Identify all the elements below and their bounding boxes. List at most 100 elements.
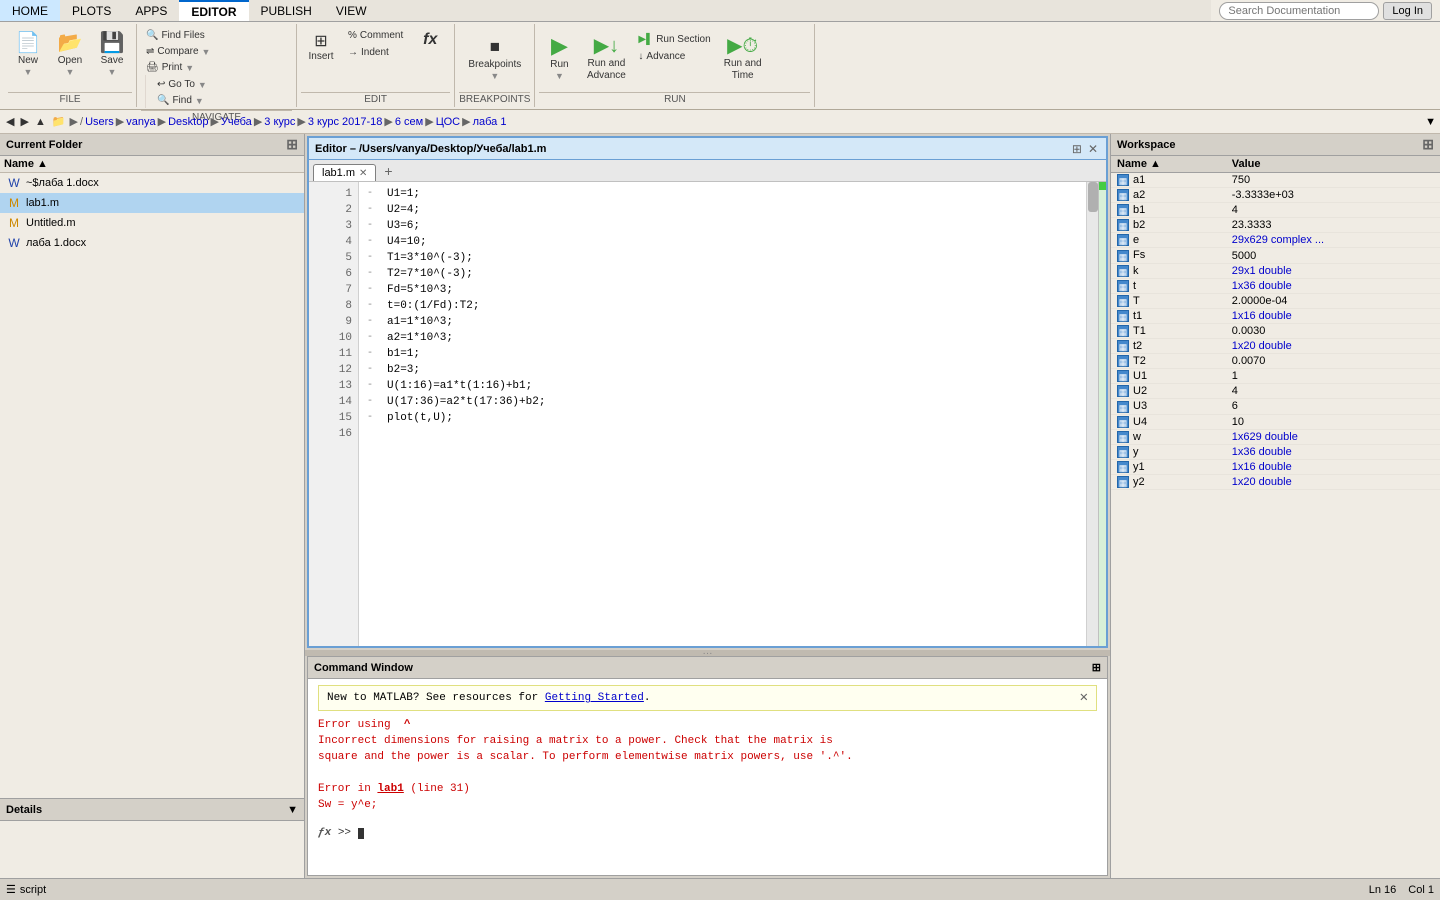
- menu-view[interactable]: VIEW: [324, 0, 379, 21]
- fx-button[interactable]: fx: [410, 28, 450, 52]
- path-item-desktop[interactable]: Desktop: [168, 116, 208, 128]
- workspace-scroll[interactable]: Name ▲ Value ▦a1750▦a2-3.3333e+03▦b14▦b2…: [1111, 156, 1440, 878]
- workspace-row[interactable]: ▦y1x36 double: [1111, 444, 1440, 459]
- login-button[interactable]: Log In: [1383, 2, 1432, 20]
- workspace-row[interactable]: ▦t1x36 double: [1111, 278, 1440, 293]
- find-button[interactable]: 🔍 Find ▼: [152, 93, 292, 108]
- workspace-row[interactable]: ▦U24: [1111, 384, 1440, 399]
- workspace-row[interactable]: ▦U11: [1111, 369, 1440, 384]
- editor-scrollbar[interactable]: [1086, 182, 1098, 646]
- workspace-row[interactable]: ▦T10.0030: [1111, 323, 1440, 338]
- path-item-cos[interactable]: ЦОС: [436, 116, 460, 128]
- path-up-btn[interactable]: ▲: [33, 116, 48, 128]
- breakpoints-button[interactable]: ⏹ Breakpoints ▼: [463, 33, 526, 84]
- indent-button[interactable]: → Indent: [343, 45, 408, 60]
- file-panel-expand-btn[interactable]: ⊞: [286, 136, 298, 153]
- details-collapse-btn[interactable]: ▼: [287, 804, 298, 816]
- workspace-row[interactable]: ▦Fs5000: [1111, 248, 1440, 263]
- path-item-vanya[interactable]: vanya: [126, 116, 155, 128]
- file-item-lab1m[interactable]: M lab1.m: [0, 193, 304, 213]
- save-button[interactable]: 💾 Save ▼: [92, 30, 132, 80]
- workspace-row[interactable]: ▦k29x1 double: [1111, 263, 1440, 278]
- path-expand-btn[interactable]: ▼: [1425, 116, 1436, 128]
- insert-button[interactable]: ⊞ Insert: [301, 28, 341, 66]
- tab-add-btn[interactable]: +: [378, 161, 398, 181]
- code-line-10[interactable]: -a2=1*10^3;: [367, 330, 1078, 346]
- code-line-9[interactable]: -a1=1*10^3;: [367, 314, 1078, 330]
- workspace-col-name[interactable]: Name ▲: [1111, 156, 1226, 173]
- path-item-6sem[interactable]: 6 сем: [395, 116, 423, 128]
- code-line-4[interactable]: -U4=10;: [367, 234, 1078, 250]
- menu-home[interactable]: HOME: [0, 0, 60, 21]
- code-line-5[interactable]: -T1=3*10^(-3);: [367, 250, 1078, 266]
- notice-close-btn[interactable]: ✕: [1080, 690, 1088, 706]
- getting-started-link[interactable]: Getting Started: [545, 692, 644, 704]
- path-item-uceba[interactable]: Учеба: [221, 116, 252, 128]
- workspace-row[interactable]: ▦w1x629 double: [1111, 429, 1440, 444]
- editor-close-btn[interactable]: ✕: [1086, 142, 1100, 156]
- code-line-1[interactable]: -U1=1;: [367, 186, 1078, 202]
- search-input[interactable]: [1219, 2, 1379, 20]
- code-line-14[interactable]: -U(17:36)=a2*t(17:36)+b2;: [367, 394, 1078, 410]
- path-browse-btn[interactable]: 📁: [50, 115, 68, 128]
- editor-tab-lab1m[interactable]: lab1.m ✕: [313, 164, 376, 181]
- code-line-15[interactable]: -plot(t,U);: [367, 410, 1078, 426]
- print-button[interactable]: 🖨 Print ▼: [141, 60, 292, 75]
- tab-close-btn[interactable]: ✕: [359, 168, 367, 179]
- workspace-row[interactable]: ▦b223.3333: [1111, 218, 1440, 233]
- run-section-button[interactable]: ▶▌ Run Section: [633, 32, 715, 47]
- run-and-advance-button[interactable]: ▶↓ Run and Advance: [581, 30, 631, 85]
- code-line-6[interactable]: -T2=7*10^(-3);: [367, 266, 1078, 282]
- workspace-row[interactable]: ▦a2-3.3333e+03: [1111, 188, 1440, 203]
- code-line-3[interactable]: -U3=6;: [367, 218, 1078, 234]
- path-item-lab1[interactable]: лаба 1: [473, 116, 507, 128]
- goto-button[interactable]: ↩ Go To ▼: [152, 77, 292, 92]
- advance-button[interactable]: ↓ Advance: [633, 49, 715, 64]
- workspace-row[interactable]: ▦y11x16 double: [1111, 459, 1440, 474]
- find-files-button[interactable]: 🔍 Find Files: [141, 28, 292, 43]
- menu-apps[interactable]: APPS: [123, 0, 179, 21]
- file-item-untitledm[interactable]: M Untitled.m: [0, 213, 304, 233]
- workspace-row[interactable]: ▦U36: [1111, 399, 1440, 414]
- workspace-row[interactable]: ▦U410: [1111, 414, 1440, 429]
- path-item-3kurs[interactable]: 3 курс: [264, 116, 295, 128]
- workspace-row[interactable]: ▦b14: [1111, 203, 1440, 218]
- compare-button[interactable]: ⇌ Compare ▼: [141, 44, 292, 59]
- workspace-row[interactable]: ▦T2.0000e-04: [1111, 293, 1440, 308]
- menu-editor[interactable]: EDITOR: [179, 0, 248, 21]
- run-button[interactable]: ▶ Run ▼: [539, 30, 579, 84]
- comment-button[interactable]: % Comment: [343, 28, 408, 43]
- run-and-time-button[interactable]: ▶⏱ Run and Time: [718, 30, 768, 85]
- workspace-row[interactable]: ▦a1750: [1111, 173, 1440, 188]
- code-line-7[interactable]: -Fd=5*10^3;: [367, 282, 1078, 298]
- code-line-13[interactable]: -U(1:16)=a1*t(1:16)+b1;: [367, 378, 1078, 394]
- code-line-2[interactable]: -U2=4;: [367, 202, 1078, 218]
- code-area[interactable]: -U1=1;-U2=4;-U3=6;-U4=10;-T1=3*10^(-3);-…: [359, 182, 1086, 646]
- path-item-users[interactable]: Users: [85, 116, 114, 128]
- path-item-3kurs2017[interactable]: 3 курс 2017-18: [308, 116, 383, 128]
- open-button[interactable]: 📂 Open ▼: [50, 30, 90, 80]
- menu-publish[interactable]: PUBLISH: [249, 0, 324, 21]
- new-button[interactable]: 📄 New ▼: [8, 30, 48, 80]
- command-content[interactable]: New to MATLAB? See resources for Getting…: [308, 679, 1107, 875]
- file-item-laba1-docx[interactable]: W лаба 1.docx: [0, 233, 304, 253]
- code-line-8[interactable]: -t=0:(1/Fd):T2;: [367, 298, 1078, 314]
- line-marker-8: -: [367, 298, 387, 314]
- workspace-row[interactable]: ▦e29x629 complex ...: [1111, 233, 1440, 248]
- code-line-12[interactable]: -b2=3;: [367, 362, 1078, 378]
- workspace-row[interactable]: ▦T20.0070: [1111, 354, 1440, 369]
- command-expand-btn[interactable]: ⊞: [1092, 661, 1101, 674]
- workspace-expand-btn[interactable]: ⊞: [1422, 136, 1434, 153]
- file-item-laba1-docx-backup[interactable]: W ~$лаба 1.docx: [0, 173, 304, 193]
- path-back-btn[interactable]: ◀: [4, 115, 16, 128]
- code-line-16[interactable]: [367, 426, 1078, 442]
- workspace-row[interactable]: ▦y21x20 double: [1111, 474, 1440, 489]
- editor-undock-btn[interactable]: ⊞: [1070, 142, 1084, 156]
- menu-plots[interactable]: PLOTS: [60, 0, 123, 21]
- workspace-row[interactable]: ▦t21x20 double: [1111, 339, 1440, 354]
- run-section-label: RUN: [539, 92, 810, 105]
- code-line-11[interactable]: -b1=1;: [367, 346, 1078, 362]
- workspace-row[interactable]: ▦t11x16 double: [1111, 308, 1440, 323]
- word-icon-2: W: [6, 235, 22, 251]
- path-forward-btn[interactable]: ▶: [18, 115, 30, 128]
